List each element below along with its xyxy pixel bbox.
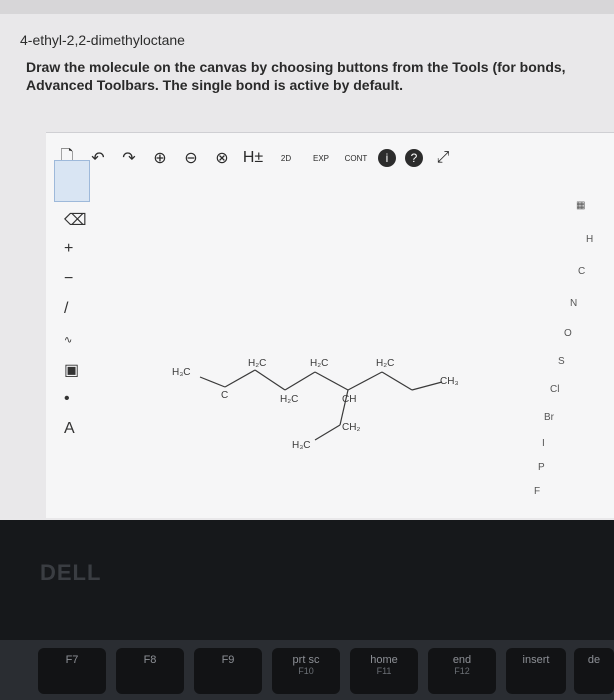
left-toolbar: ⌫ + − / ∿ ▣ • A	[52, 160, 94, 460]
cont-icon[interactable]: CONT	[343, 154, 369, 163]
bond	[199, 376, 226, 388]
atom-label: CH₂	[342, 422, 360, 433]
clear-icon[interactable]: ⊗	[211, 148, 233, 168]
instructions: Draw the molecule on the canvas by choos…	[26, 58, 614, 94]
molecule-canvas[interactable]: H₃C C H₂C H₂C H₂C CH H₂C CH₃ CH₂ H₃C	[120, 330, 540, 460]
template-icon[interactable]: ▣	[64, 360, 79, 380]
instructions-line-1: Draw the molecule on the canvas by choos…	[26, 59, 566, 75]
eraser-icon[interactable]: ⌫	[64, 210, 87, 230]
dot-icon[interactable]: •	[64, 390, 70, 408]
hydrogen-icon[interactable]: H±	[242, 149, 264, 167]
plus-charge-icon[interactable]: +	[64, 240, 73, 258]
2d-clean-icon[interactable]: 2D	[273, 154, 299, 163]
key-f11[interactable]: home F11	[350, 648, 418, 694]
key-f10[interactable]: prt sc F10	[272, 648, 340, 694]
atom-label: CH	[342, 394, 356, 405]
element-f[interactable]: F	[534, 486, 540, 497]
element-cl[interactable]: Cl	[550, 384, 559, 395]
atom-label: H₂C	[248, 358, 266, 369]
text-tool[interactable]: A	[64, 420, 75, 438]
bond	[254, 369, 286, 391]
bond	[381, 371, 413, 391]
atom-label: CH₃	[440, 376, 459, 387]
element-p[interactable]: P	[538, 462, 545, 473]
help-icon[interactable]: ?	[405, 149, 423, 167]
exp-icon[interactable]: EXP	[308, 154, 334, 163]
atom-label: H₂C	[310, 358, 328, 369]
screen: 4-ethyl-2,2-dimethyloctane Draw the mole…	[0, 0, 614, 520]
zoom-in-icon[interactable]: ⊕	[149, 148, 171, 168]
info-icon[interactable]: i	[378, 149, 396, 167]
element-i[interactable]: I	[542, 438, 545, 449]
chain-icon[interactable]: ∿	[64, 335, 72, 346]
element-br[interactable]: Br	[544, 412, 554, 423]
zoom-out-icon[interactable]: ⊖	[180, 148, 202, 168]
redo-icon[interactable]: ↷	[118, 148, 140, 168]
atom-label: H₃C	[292, 440, 311, 451]
browser-top-bar	[0, 0, 614, 14]
key-insert[interactable]: insert	[506, 648, 566, 694]
instructions-line-2: Advanced Toolbars. The single bond is ac…	[26, 77, 404, 93]
element-s[interactable]: S	[558, 356, 565, 367]
select-tool[interactable]	[54, 160, 90, 202]
bond	[411, 381, 443, 391]
periodic-table-icon[interactable]: ▦	[576, 200, 585, 211]
top-toolbar: 🗋 ↶ ↷ ⊕ ⊖ ⊗ H± 2D EXP CONT i ? ⤢	[56, 140, 454, 176]
atom-label: H₂C	[376, 358, 394, 369]
key-delete[interactable]: de	[574, 648, 614, 694]
key-f8[interactable]: F8	[116, 648, 184, 694]
element-h[interactable]: H	[586, 234, 593, 245]
question-title: 4-ethyl-2,2-dimethyloctane	[20, 32, 185, 48]
element-o[interactable]: O	[564, 328, 572, 339]
drawing-editor[interactable]	[46, 132, 614, 518]
key-f7[interactable]: F7	[38, 648, 106, 694]
atom-label: H₃C	[172, 367, 191, 378]
bond	[314, 424, 341, 441]
key-f9[interactable]: F9	[194, 648, 262, 694]
element-palette: ▦ H C N O S Cl Br I P F	[534, 200, 610, 500]
single-bond-icon[interactable]: /	[64, 300, 68, 318]
element-n[interactable]: N	[570, 298, 577, 309]
bond	[347, 371, 383, 391]
bond-lines	[199, 369, 443, 441]
brand-logo: DELL	[40, 560, 102, 585]
minus-charge-icon[interactable]: −	[64, 270, 73, 288]
element-c[interactable]: C	[578, 266, 585, 277]
bond	[284, 371, 316, 391]
bond	[314, 371, 349, 391]
atom-label: C	[221, 390, 228, 401]
key-f12[interactable]: end F12	[428, 648, 496, 694]
expand-icon[interactable]: ⤢	[432, 149, 454, 167]
bond	[224, 369, 256, 388]
atom-label: H₂C	[280, 394, 298, 405]
